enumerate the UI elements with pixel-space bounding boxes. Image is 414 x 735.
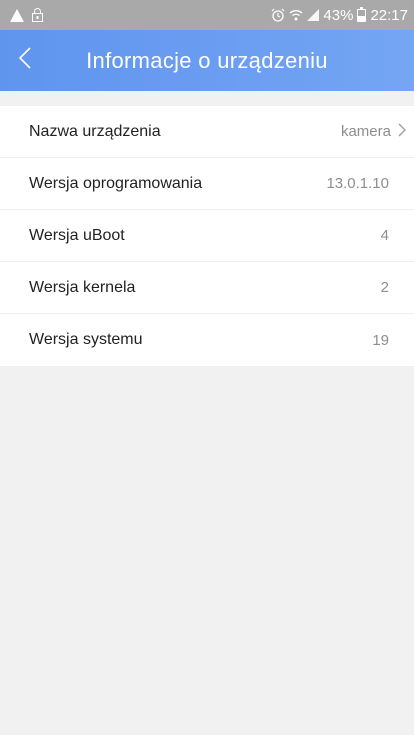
app-header: Informacje o urządzeniu [0,30,414,91]
status-left [10,8,43,22]
row-kernel-version: Wersja kernela 2 [0,262,414,314]
row-value: 2 [380,279,389,296]
row-value: 19 [372,331,389,349]
top-spacer [0,91,414,106]
row-label: Wersja kernela [29,278,136,296]
device-info-list: Nazwa urządzenia kamera Wersja oprogramo… [0,106,414,366]
row-software-version: Wersja oprogramowania 13.0.1.10 [0,158,414,210]
page-title: Informacje o urządzeniu [86,47,328,73]
row-uboot-version: Wersja uBoot 4 [0,210,414,262]
battery-icon [357,6,367,22]
status-time: 22:17 [370,6,408,24]
row-value: 4 [380,227,389,244]
row-system-version: Wersja systemu 19 [0,314,414,366]
row-label: Wersja systemu [29,331,143,348]
back-button[interactable] [0,30,50,91]
row-value: 13.0.1.10 [326,175,389,192]
wifi-icon [289,8,303,22]
signal-icon [307,9,320,21]
row-device-name[interactable]: Nazwa urządzenia kamera [0,106,414,158]
alarm-icon [271,8,285,22]
battery-percent: 43% [323,6,354,24]
row-label: Wersja oprogramowania [29,174,203,192]
device-name-value: kamera [340,123,391,140]
warning-icon [10,8,24,22]
status-bar: 43% 22:17 [0,0,414,30]
status-right: 43% 22:17 [271,6,408,24]
lock-icon [32,8,43,22]
chevron-left-icon [18,47,32,74]
chevron-right-icon [398,123,406,141]
row-label: Wersja uBoot [29,226,125,244]
row-value: kamera [341,123,406,141]
row-label: Nazwa urządzenia [29,122,161,140]
